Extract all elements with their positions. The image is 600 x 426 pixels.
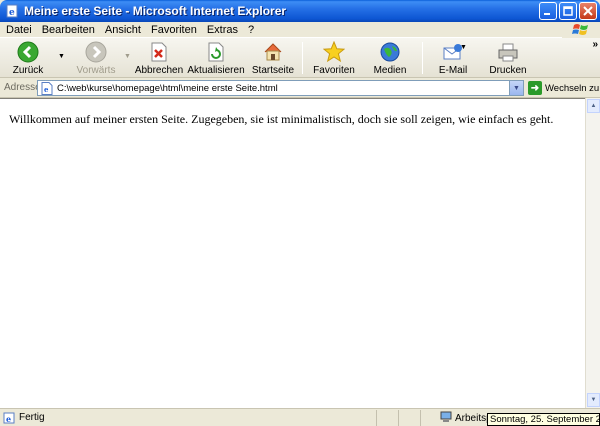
close-icon — [583, 6, 593, 16]
refresh-icon — [205, 41, 227, 63]
home-icon — [262, 41, 284, 63]
stop-icon — [148, 41, 170, 63]
computer-icon — [440, 411, 452, 426]
media-globe-icon — [379, 41, 401, 63]
svg-text:e: e — [44, 85, 49, 94]
status-pane — [376, 410, 398, 426]
scroll-up-button[interactable]: ▲ — [587, 99, 600, 113]
media-button[interactable]: Medien — [370, 38, 410, 76]
refresh-label: Aktualisieren — [187, 65, 245, 76]
scroll-down-button[interactable]: ▼ — [587, 393, 600, 407]
windows-logo-icon — [562, 22, 600, 38]
menu-bearbeiten[interactable]: Bearbeiten — [37, 24, 100, 36]
menu-datei[interactable]: Datei — [0, 24, 37, 36]
forward-label: Vorwärts — [76, 65, 116, 76]
menu-ansicht[interactable]: Ansicht — [100, 24, 146, 36]
page-paragraph: Willkommen auf meiner ersten Seite. Zuge… — [9, 112, 554, 126]
forward-dropdown-icon[interactable]: ▼ — [124, 53, 131, 60]
status-panes — [376, 410, 442, 426]
maximize-icon — [563, 6, 573, 16]
mail-label: E-Mail — [438, 65, 468, 76]
svg-text:e: e — [9, 8, 15, 18]
maximize-button[interactable] — [559, 2, 577, 20]
menu-extras[interactable]: Extras — [202, 24, 243, 36]
home-label: Startseite — [251, 65, 295, 76]
page-done-icon: e — [3, 412, 15, 424]
toolbar-overflow-button[interactable]: » — [592, 39, 598, 50]
menu-help[interactable]: ? — [243, 24, 259, 36]
mail-dropdown-icon[interactable]: ▼ — [460, 44, 467, 51]
address-input[interactable]: e C:\web\kurse\homepage\html\meine erste… — [37, 80, 524, 96]
status-pane — [398, 410, 420, 426]
toolbar-separator — [422, 42, 423, 74]
page-content-area[interactable]: Willkommen auf meiner ersten Seite. Zuge… — [0, 98, 600, 408]
address-bar: Adresse e C:\web\kurse\homepage\html\mei… — [0, 78, 600, 98]
vertical-scrollbar[interactable]: ▲ ▼ — [585, 98, 600, 408]
standard-toolbar: Zurück ▼ Vorwärts ▼ Abbrechen Aktualisie… — [0, 38, 600, 78]
title-bar[interactable]: e Meine erste Seite - Microsoft Internet… — [0, 0, 600, 22]
ie-page-icon: e — [4, 3, 20, 19]
go-label: Wechseln zu — [545, 82, 600, 94]
home-button[interactable]: Startseite — [252, 38, 294, 76]
stop-label: Abbrechen — [134, 65, 184, 76]
star-icon — [323, 41, 345, 63]
back-label: Zurück — [12, 65, 44, 76]
go-button[interactable]: ➜ Wechseln zu — [528, 80, 599, 96]
menu-favoriten[interactable]: Favoriten — [146, 24, 202, 36]
media-label: Medien — [373, 65, 407, 76]
html-page-icon: e — [40, 81, 54, 95]
refresh-button[interactable]: Aktualisieren — [187, 38, 245, 76]
address-label: Adresse — [4, 82, 41, 93]
window-title: Meine erste Seite - Microsoft Internet E… — [24, 4, 287, 18]
status-pane — [420, 410, 442, 426]
minimize-button[interactable] — [539, 2, 557, 20]
toolbar-separator — [302, 42, 303, 74]
forward-button[interactable]: Vorwärts — [72, 38, 120, 76]
address-value: C:\web\kurse\homepage\html\meine erste S… — [57, 82, 278, 94]
address-dropdown-button[interactable]: ▼ — [509, 80, 524, 96]
minimize-icon — [544, 13, 550, 15]
printer-icon — [497, 41, 519, 63]
date-tooltip: Sonntag, 25. September 2005 — [487, 413, 600, 426]
status-text: Fertig — [19, 412, 45, 423]
favorites-label: Favoriten — [313, 65, 355, 76]
back-arrow-icon — [17, 41, 39, 63]
back-dropdown-icon[interactable]: ▼ — [58, 53, 65, 60]
print-button[interactable]: Drucken — [489, 38, 527, 76]
favorites-button[interactable]: Favoriten — [312, 38, 356, 76]
close-button[interactable] — [579, 2, 597, 20]
print-label: Drucken — [489, 65, 527, 76]
forward-arrow-icon — [85, 41, 107, 63]
back-button[interactable]: Zurück — [4, 38, 52, 76]
stop-button[interactable]: Abbrechen — [134, 38, 184, 76]
svg-text:e: e — [6, 414, 11, 424]
menu-bar: Datei Bearbeiten Ansicht Favoriten Extra… — [0, 22, 600, 38]
go-arrow-icon: ➜ — [528, 81, 542, 95]
